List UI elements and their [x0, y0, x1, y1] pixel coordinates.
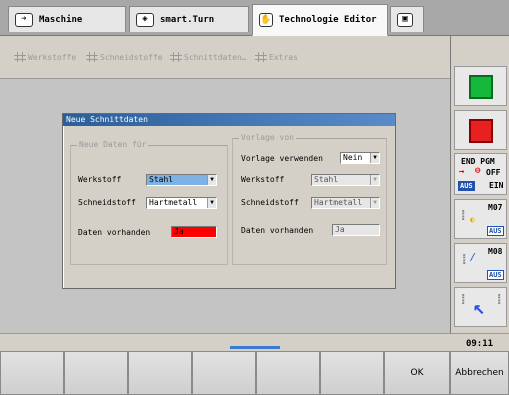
floppy-disk-icon: ▣: [397, 12, 413, 27]
menu-bar: Werkstoffe Schneidstoffe Schnittdaten… E…: [0, 36, 450, 78]
softkey-2[interactable]: [64, 351, 128, 395]
progress-indicator: [230, 346, 280, 349]
arrow-diagonal-icon: ↖: [473, 295, 486, 319]
dropdown-arrow-icon: ▼: [370, 198, 379, 208]
hand-icon: ✋: [259, 13, 273, 27]
arrow-right-icon: ➔: [15, 12, 33, 27]
coolant-mist-icon: ⁞: [459, 208, 468, 224]
werkstoff-label: Werkstoff: [241, 175, 285, 184]
m08-label: M08: [488, 247, 503, 256]
tab-label: Maschine: [39, 14, 83, 25]
m07-label: M07: [488, 203, 503, 212]
clock: 09:11: [450, 333, 509, 353]
daten-vorhanden-value: Ja: [171, 226, 217, 238]
softkey-5[interactable]: [256, 351, 320, 395]
template-werkstoff-select: Stahl ▼: [311, 174, 380, 186]
ein-label: EIN: [489, 181, 504, 190]
werkstoff-label: Werkstoff: [78, 175, 122, 184]
tab-maschine[interactable]: ➔ Maschine: [8, 6, 126, 32]
softkey-6[interactable]: [320, 351, 384, 395]
end-pgm-label: END PGM: [461, 157, 495, 166]
coolant-flood-icon: ⁞: [460, 252, 469, 268]
ok-button[interactable]: OK: [384, 351, 450, 395]
vorlage-verwenden-select[interactable]: Nein ▼: [340, 152, 380, 164]
softkey-3[interactable]: [128, 351, 192, 395]
aus-indicator: AUS: [458, 181, 475, 191]
template-daten-vorhanden-value: Ja: [332, 224, 380, 236]
diamond-arrow-icon: ◈: [136, 12, 154, 27]
softkey-4[interactable]: [192, 351, 256, 395]
dropdown-arrow-icon[interactable]: ▼: [370, 153, 379, 163]
schneidstoff-label: Schneidstoff: [241, 198, 299, 207]
ruler-icon: ⁞: [495, 292, 504, 308]
menu-schnittdaten[interactable]: Schnittdaten…: [170, 51, 247, 63]
select-value: Hartmetall: [314, 198, 363, 207]
cancel-button[interactable]: Abbrechen: [450, 351, 509, 395]
menu-label: Werkstoffe: [28, 52, 77, 62]
vorlage-verwenden-label: Vorlage verwenden: [241, 154, 323, 163]
off-label: OFF: [486, 168, 501, 177]
select-value: Stahl: [314, 175, 339, 184]
menu-schneidstoffe[interactable]: Schneidstoffe: [86, 51, 163, 63]
tab-smart-turn[interactable]: ◈ smart.Turn: [129, 6, 249, 32]
softkey-1[interactable]: [0, 351, 64, 395]
grid-icon: [170, 52, 182, 62]
new-cutting-data-dialog: Neue Schnittdaten Neue Daten für Werksto…: [62, 113, 396, 289]
grid-icon: [255, 52, 267, 62]
nc-stop-icon: [469, 119, 493, 143]
m07-button[interactable]: M07 ⁞ ◐ AUS: [454, 199, 507, 239]
group-title: Vorlage von: [239, 133, 296, 142]
select-value: Nein: [343, 153, 363, 162]
group-title: Neue Daten für: [77, 140, 149, 149]
nc-start-icon: [469, 75, 493, 99]
nc-start-button[interactable]: [454, 66, 507, 106]
menu-label: Extras: [269, 52, 298, 62]
tab-technologie-editor[interactable]: ✋ Technologie Editor: [252, 4, 388, 36]
dropdown-arrow-icon[interactable]: ▼: [207, 198, 216, 208]
dialog-title: Neue Schnittdaten: [63, 114, 395, 126]
tab-save[interactable]: ▣: [390, 6, 424, 32]
template-schneidstoff-select: Hartmetall ▼: [311, 197, 380, 209]
m08-button[interactable]: M08 ⁞ ⁄ AUS: [454, 243, 507, 283]
select-value: Hartmetall: [149, 198, 198, 207]
m08-state: AUS: [487, 270, 504, 280]
ruler-icon: ⁞: [459, 292, 468, 308]
schneidstoff-select[interactable]: Hartmetall ▼: [146, 197, 217, 209]
dropdown-arrow-icon: ▼: [370, 175, 379, 185]
axis-move-button[interactable]: ⁞ ↖ ⁞: [454, 287, 507, 327]
status-bar: [0, 333, 450, 348]
end-pgm-button[interactable]: END PGM → ⊖ OFF AUS EIN: [454, 153, 507, 195]
tab-label: Technologie Editor: [279, 15, 377, 25]
softkey-bar: OK Abbrechen: [0, 351, 509, 395]
coolant-nozzle-icon: ⁄: [469, 250, 477, 264]
select-value: Stahl: [149, 175, 174, 184]
arrow-right-icon: →: [459, 167, 465, 177]
grid-icon: [86, 52, 98, 62]
m07-state: AUS: [487, 226, 504, 236]
menu-extras[interactable]: Extras: [255, 51, 298, 63]
werkstoff-select[interactable]: Stahl ▼: [146, 174, 217, 186]
dropdown-arrow-icon[interactable]: ▼: [207, 175, 216, 185]
field-value: Ja: [335, 225, 345, 234]
daten-vorhanden-label: Daten vorhanden: [78, 228, 151, 237]
field-value: Ja: [174, 227, 184, 236]
tab-label: smart.Turn: [160, 14, 215, 25]
grid-icon: [14, 52, 26, 62]
schneidstoff-label: Schneidstoff: [78, 198, 136, 207]
menu-label: Schnittdaten…: [184, 52, 247, 62]
daten-vorhanden-label: Daten vorhanden: [241, 226, 314, 235]
softkey-sidebar: END PGM → ⊖ OFF AUS EIN M07 ⁞ ◐ AUS M08 …: [450, 36, 509, 359]
menu-werkstoffe[interactable]: Werkstoffe: [14, 51, 76, 63]
stop-circle-icon: ⊖: [475, 166, 481, 176]
menu-label: Schneidstoffe: [100, 52, 163, 62]
coolant-icon: ◐: [470, 215, 475, 224]
tab-bar: ➔ Maschine ◈ smart.Turn ✋ Technologie Ed…: [0, 0, 509, 36]
nc-stop-button[interactable]: [454, 110, 507, 150]
